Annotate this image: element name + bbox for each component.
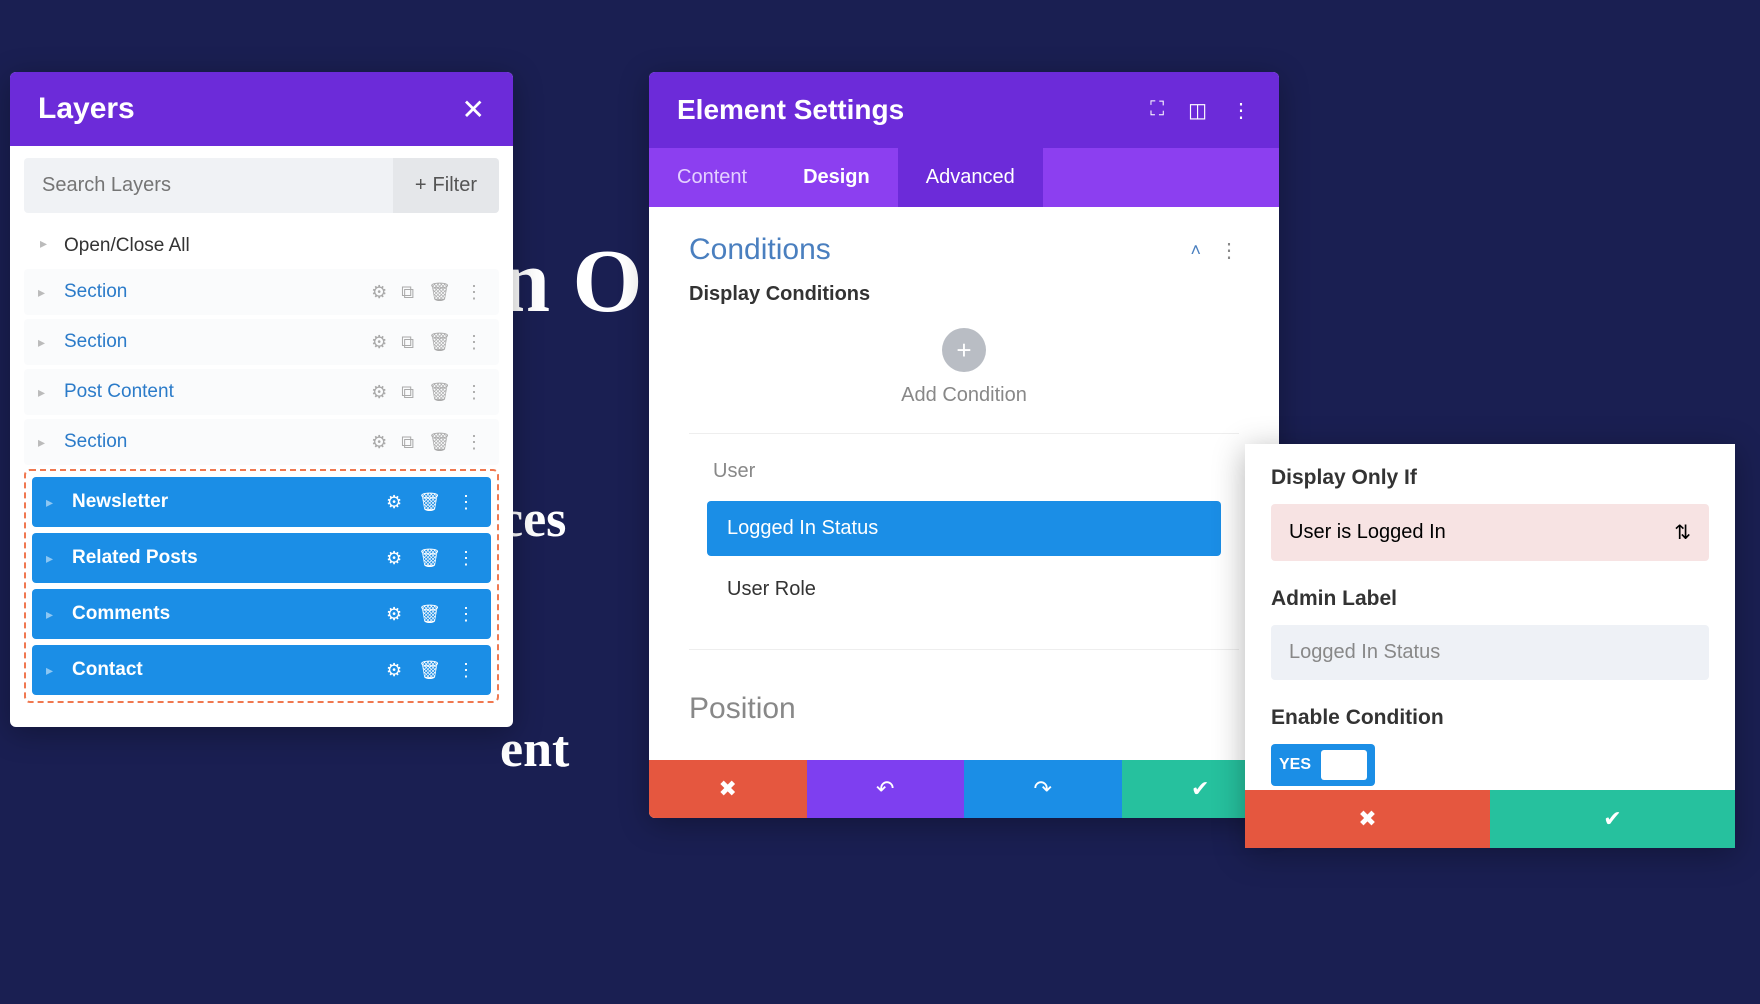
chevron-up-icon[interactable]: ˄ bbox=[1190, 240, 1201, 261]
more-icon[interactable]: ⋮ bbox=[1219, 238, 1239, 263]
trash-icon[interactable]: 🗑 bbox=[418, 492, 441, 513]
tab-advanced[interactable]: Advanced bbox=[898, 148, 1043, 207]
popover-cancel-button[interactable]: ✖ bbox=[1245, 790, 1490, 848]
layer-label: Newsletter bbox=[72, 491, 386, 513]
plus-icon: + bbox=[415, 174, 427, 197]
layer-item-section[interactable]: Section ⚙ ⧉ 🗑 ⋮ bbox=[24, 419, 499, 465]
tab-content[interactable]: Content bbox=[649, 148, 775, 207]
more-icon[interactable]: ⋮ bbox=[457, 492, 475, 513]
enable-condition-label: Enable Condition bbox=[1271, 706, 1709, 730]
layer-label: Section bbox=[64, 331, 371, 353]
toggle-knob bbox=[1321, 750, 1367, 780]
gear-icon[interactable]: ⚙ bbox=[386, 492, 402, 513]
layer-item-comments[interactable]: Comments ⚙ 🗑 ⋮ bbox=[32, 589, 491, 639]
undo-button[interactable]: ↶ bbox=[807, 760, 965, 818]
duplicate-icon[interactable]: ⧉ bbox=[401, 432, 414, 453]
admin-label-input[interactable]: Logged In Status bbox=[1271, 625, 1709, 680]
selected-group: Newsletter ⚙ 🗑 ⋮ Related Posts ⚙ 🗑 ⋮ Comment… bbox=[24, 469, 499, 703]
cancel-button[interactable]: ✖ bbox=[649, 760, 807, 818]
layer-item-post-content[interactable]: Post Content ⚙ ⧉ 🗑 ⋮ bbox=[24, 369, 499, 415]
trash-icon[interactable]: 🗑 bbox=[428, 382, 451, 403]
add-condition: + Add Condition bbox=[689, 328, 1239, 407]
search-row: +Filter bbox=[10, 146, 513, 213]
popover-actions: ✖ ✔ bbox=[1245, 790, 1735, 848]
element-settings-panel: Element Settings ⛶ ◫ ⋮ Content Design Ad… bbox=[649, 72, 1279, 818]
expand-icon[interactable]: ⛶ bbox=[1150, 98, 1164, 123]
layers-title: Layers bbox=[38, 92, 135, 126]
trash-icon[interactable]: 🗑 bbox=[418, 604, 441, 625]
conditions-section-head: Conditions ˄ ⋮ bbox=[689, 233, 1239, 267]
gear-icon[interactable]: ⚙ bbox=[371, 332, 387, 353]
admin-label-label: Admin Label bbox=[1271, 587, 1709, 611]
position-heading[interactable]: Position bbox=[689, 674, 1239, 748]
settings-tabs: Content Design Advanced bbox=[649, 148, 1279, 207]
layer-list: Section ⚙ ⧉ 🗑 ⋮ Section ⚙ ⧉ 🗑 ⋮ Post Conten… bbox=[10, 269, 513, 727]
more-icon[interactable]: ⋮ bbox=[465, 382, 483, 403]
open-close-all[interactable]: Open/Close All bbox=[10, 213, 513, 269]
trash-icon[interactable]: 🗑 bbox=[428, 432, 451, 453]
close-icon[interactable]: ✕ bbox=[462, 93, 485, 126]
layer-item-contact[interactable]: Contact ⚙ 🗑 ⋮ bbox=[32, 645, 491, 695]
layer-label: Section bbox=[64, 281, 371, 303]
popover-confirm-button[interactable]: ✔ bbox=[1490, 790, 1735, 848]
trash-icon[interactable]: 🗑 bbox=[428, 332, 451, 353]
display-only-if-select[interactable]: User is Logged In ⇅ bbox=[1271, 504, 1709, 561]
trash-icon[interactable]: 🗑 bbox=[418, 660, 441, 681]
select-arrows-icon: ⇅ bbox=[1674, 520, 1691, 545]
conditions-heading: Conditions bbox=[689, 233, 1190, 267]
layer-item-newsletter[interactable]: Newsletter ⚙ 🗑 ⋮ bbox=[32, 477, 491, 527]
duplicate-icon[interactable]: ⧉ bbox=[401, 282, 414, 303]
condition-detail-popover: Display Only If User is Logged In ⇅ Admi… bbox=[1245, 444, 1735, 848]
display-conditions-label: Display Conditions bbox=[689, 283, 1239, 306]
layer-item-section[interactable]: Section ⚙ ⧉ 🗑 ⋮ bbox=[24, 269, 499, 315]
gear-icon[interactable]: ⚙ bbox=[386, 548, 402, 569]
filter-button[interactable]: +Filter bbox=[393, 158, 499, 213]
settings-actions: ✖ ↶ ↷ ✔ bbox=[649, 760, 1279, 818]
toggle-yes-label: YES bbox=[1279, 756, 1311, 774]
gear-icon[interactable]: ⚙ bbox=[371, 432, 387, 453]
condition-group-label: User bbox=[707, 460, 1221, 483]
more-icon[interactable]: ⋮ bbox=[1231, 98, 1251, 123]
more-icon[interactable]: ⋮ bbox=[457, 660, 475, 681]
gear-icon[interactable]: ⚙ bbox=[371, 382, 387, 403]
duplicate-icon[interactable]: ⧉ bbox=[401, 332, 414, 353]
add-condition-button[interactable]: + bbox=[942, 328, 986, 372]
duplicate-icon[interactable]: ⧉ bbox=[401, 382, 414, 403]
layer-item-related-posts[interactable]: Related Posts ⚙ 🗑 ⋮ bbox=[32, 533, 491, 583]
layer-label: Comments bbox=[72, 603, 386, 625]
more-icon[interactable]: ⋮ bbox=[465, 432, 483, 453]
background-text-3: ent bbox=[500, 720, 569, 779]
tab-design[interactable]: Design bbox=[775, 148, 898, 207]
layer-item-section[interactable]: Section ⚙ ⧉ 🗑 ⋮ bbox=[24, 319, 499, 365]
layer-label: Contact bbox=[72, 659, 386, 681]
layer-label: Post Content bbox=[64, 381, 371, 403]
condition-option-user-role[interactable]: User Role bbox=[707, 562, 1221, 617]
add-condition-label: Add Condition bbox=[689, 384, 1239, 407]
layers-header: Layers ✕ bbox=[10, 72, 513, 146]
layers-panel: Layers ✕ +Filter Open/Close All Section … bbox=[10, 72, 513, 727]
more-icon[interactable]: ⋮ bbox=[457, 604, 475, 625]
columns-icon[interactable]: ◫ bbox=[1188, 98, 1207, 123]
gear-icon[interactable]: ⚙ bbox=[386, 604, 402, 625]
enable-condition-toggle[interactable]: YES bbox=[1271, 744, 1375, 786]
gear-icon[interactable]: ⚙ bbox=[386, 660, 402, 681]
condition-option-logged-in-status[interactable]: Logged In Status bbox=[707, 501, 1221, 556]
condition-options-box: User Logged In Status User Role bbox=[689, 433, 1239, 650]
settings-body: Conditions ˄ ⋮ Display Conditions + Add … bbox=[649, 207, 1279, 760]
redo-button[interactable]: ↷ bbox=[964, 760, 1122, 818]
gear-icon[interactable]: ⚙ bbox=[371, 282, 387, 303]
layer-label: Section bbox=[64, 431, 371, 453]
search-input[interactable] bbox=[24, 158, 393, 213]
display-only-if-label: Display Only If bbox=[1271, 466, 1709, 490]
select-value: User is Logged In bbox=[1289, 521, 1674, 544]
layer-label: Related Posts bbox=[72, 547, 386, 569]
more-icon[interactable]: ⋮ bbox=[465, 332, 483, 353]
more-icon[interactable]: ⋮ bbox=[457, 548, 475, 569]
trash-icon[interactable]: 🗑 bbox=[428, 282, 451, 303]
trash-icon[interactable]: 🗑 bbox=[418, 548, 441, 569]
settings-header: Element Settings ⛶ ◫ ⋮ bbox=[649, 72, 1279, 148]
settings-title: Element Settings bbox=[677, 94, 1150, 126]
more-icon[interactable]: ⋮ bbox=[465, 282, 483, 303]
